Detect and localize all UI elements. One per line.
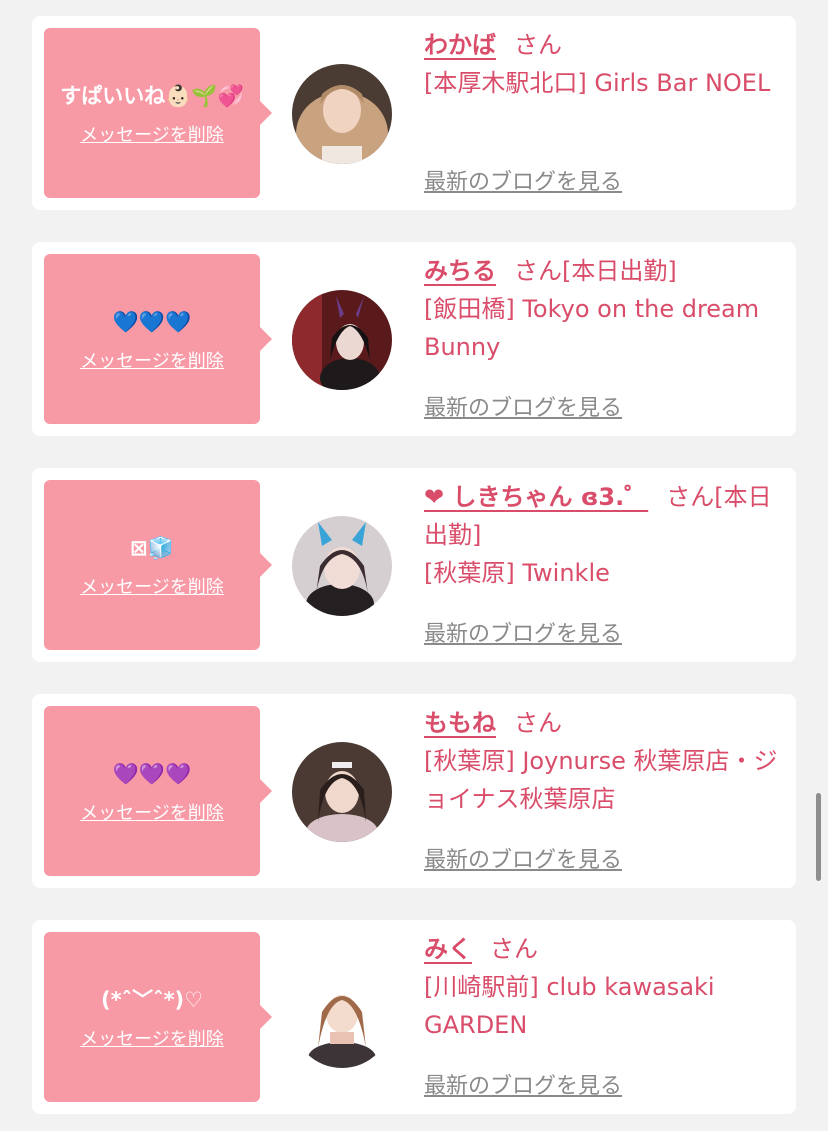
message-card: 💙💙💙 メッセージを削除 みちる さん[本日出勤] [飯田橋] Tokyo on … [32,242,796,436]
delete-message-link[interactable]: メッセージを削除 [80,121,224,147]
shop-info: [秋葉原] Joynurse 秋葉原店・ジョイナス秋葉原店 [424,747,778,813]
girl-name-link[interactable]: ももね [424,709,496,737]
girl-name-link[interactable]: ❤ しきちゃん ɞ3.゜ [424,483,648,511]
avatar[interactable] [292,64,392,164]
name-suffix: さん [514,31,562,59]
message-text: (*ˆ﹀ˆ*)♡ [101,988,203,1012]
message-text: すぱいいね👶🏻🌱💞 [60,84,244,108]
delete-message-link[interactable]: メッセージを削除 [80,573,224,599]
message-bubble: 💜💜💜 メッセージを削除 [44,706,272,876]
message-bubble: 💙💙💙 メッセージを削除 [44,254,272,424]
message-text: 💙💙💙 [112,310,192,334]
message-text: ⊠🧊 [130,536,174,560]
latest-blog-link[interactable]: 最新のブログを見る [424,842,622,874]
delete-message-link[interactable]: メッセージを削除 [80,347,224,373]
avatar[interactable] [292,968,392,1068]
name-suffix: さん [490,935,538,963]
girl-info: わかば さん [本厚木駅北口] Girls Bar NOEL [424,26,790,102]
message-bubble: すぱいいね👶🏻🌱💞 メッセージを削除 [44,28,272,198]
message-card: すぱいいね👶🏻🌱💞 メッセージを削除 わかば さん [本厚木駅北口] Girls … [32,16,796,210]
message-bubble: (*ˆ﹀ˆ*)♡ メッセージを削除 [44,932,272,1102]
latest-blog-link[interactable]: 最新のブログを見る [424,1068,622,1100]
girl-name-link[interactable]: みく [424,935,472,963]
scrollbar[interactable] [816,793,821,881]
message-card: 💜💜💜 メッセージを削除 ももね さん [秋葉原] Joynurse 秋葉原店・ジ… [32,694,796,888]
message-card: ⊠🧊 メッセージを削除 ❤ しきちゃん ɞ3.゜ さん[本日出勤] [秋葉原] T… [32,468,796,662]
message-bubble: ⊠🧊 メッセージを削除 [44,480,272,650]
girl-name-link[interactable]: みちる [424,257,496,285]
shop-info: [秋葉原] Twinkle [424,559,610,587]
shop-info: [飯田橋] Tokyo on the dream Bunny [424,295,760,361]
name-suffix: さん[本日出勤] [514,257,677,285]
delete-message-link[interactable]: メッセージを削除 [80,799,224,825]
girl-info: みちる さん[本日出勤] [飯田橋] Tokyo on the dream Bun… [424,252,790,366]
message-card: (*ˆ﹀ˆ*)♡ メッセージを削除 みく さん [川崎駅前] club kawas… [32,920,796,1114]
avatar[interactable] [292,742,392,842]
latest-blog-link[interactable]: 最新のブログを見る [424,164,622,196]
shop-info: [本厚木駅北口] Girls Bar NOEL [424,69,771,97]
girl-info: みく さん [川崎駅前] club kawasaki GARDEN [424,930,790,1044]
avatar[interactable] [292,290,392,390]
message-text: 💜💜💜 [112,762,192,786]
girl-name-link[interactable]: わかば [424,31,496,59]
shop-info: [川崎駅前] club kawasaki GARDEN [424,973,715,1039]
girl-info: ❤ しきちゃん ɞ3.゜ さん[本日出勤] [秋葉原] Twinkle [424,478,790,592]
latest-blog-link[interactable]: 最新のブログを見る [424,390,622,422]
avatar[interactable] [292,516,392,616]
delete-message-link[interactable]: メッセージを削除 [80,1025,224,1051]
name-suffix: さん [514,709,562,737]
girl-info: ももね さん [秋葉原] Joynurse 秋葉原店・ジョイナス秋葉原店 [424,704,790,818]
latest-blog-link[interactable]: 最新のブログを見る [424,616,622,648]
